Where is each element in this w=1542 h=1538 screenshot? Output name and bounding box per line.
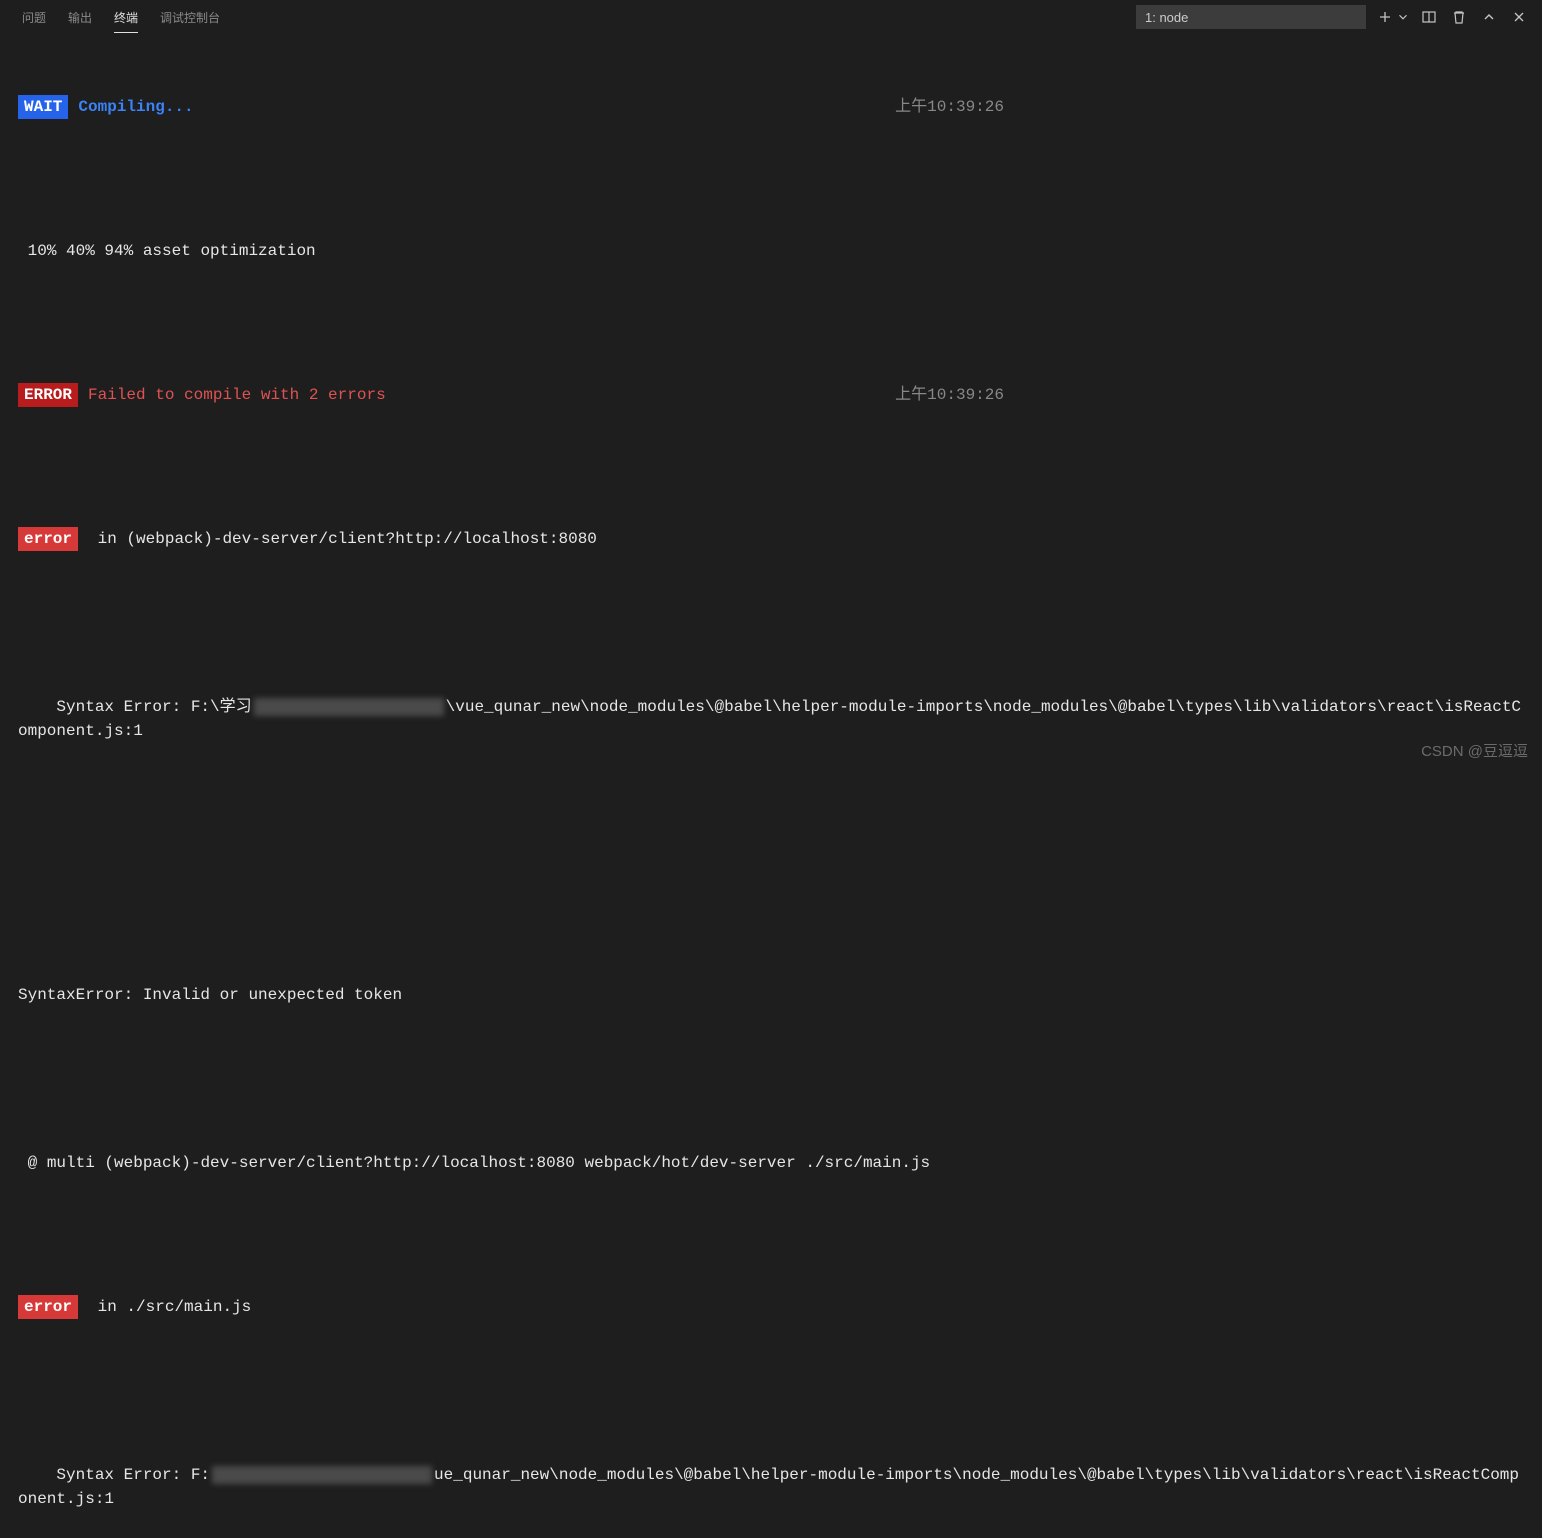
compiling-text: Compiling... [78, 95, 193, 119]
tab-debug-console[interactable]: 调试控制台 [160, 1, 220, 33]
close-panel-button[interactable] [1508, 6, 1530, 28]
error-2-location: in ./src/main.js [88, 1295, 251, 1319]
syntax-error-2: Syntax Error: F:ue_qunar_new\node_module… [18, 1439, 1524, 1535]
syntax-1-prefix: Syntax Error: F:\学习 [56, 698, 251, 716]
redacted-path-1 [254, 698, 444, 716]
panel-tabs: 问题 输出 终端 调试控制台 [12, 1, 220, 33]
panel-actions: 1: node [1136, 5, 1530, 29]
terminal-selector-label: 1: node [1145, 10, 1188, 25]
panel-header: 问题 输出 终端 调试控制台 1: node [0, 0, 1542, 35]
new-terminal-button[interactable] [1374, 6, 1396, 28]
tab-terminal[interactable]: 终端 [114, 1, 138, 33]
error-summary-badge: ERROR [18, 383, 78, 407]
syntax-2-prefix: Syntax Error: F: [56, 1466, 210, 1484]
tab-problems[interactable]: 问题 [22, 1, 46, 33]
line-error-2: error in ./src/main.js [18, 1295, 1524, 1319]
syntax-error-1: Syntax Error: F:\学习\vue_qunar_new\node_m… [18, 671, 1524, 767]
maximize-panel-button[interactable] [1478, 6, 1500, 28]
error-badge-2: error [18, 1295, 78, 1319]
progress-line: 10% 40% 94% asset optimization [18, 239, 1524, 263]
tab-output[interactable]: 输出 [68, 1, 92, 33]
line-wait: WAIT Compiling... 上午10:39:26 [18, 95, 1524, 119]
multi-entry-1: @ multi (webpack)-dev-server/client?http… [18, 1151, 1524, 1175]
invalid-token-1: SyntaxError: Invalid or unexpected token [18, 983, 1524, 1007]
error-badge-1: error [18, 527, 78, 551]
line-error-summary: ERROR Failed to compile with 2 errors 上午… [18, 383, 1524, 407]
timestamp-1: 上午10:39:26 [895, 95, 1524, 119]
terminal-output[interactable]: WAIT Compiling... 上午10:39:26 10% 40% 94%… [0, 35, 1542, 1538]
terminal-selector-dropdown[interactable]: 1: node [1136, 5, 1366, 29]
kill-terminal-button[interactable] [1448, 6, 1470, 28]
error-summary-text: Failed to compile with 2 errors [88, 383, 386, 407]
watermark: CSDN @豆逗逗 [1421, 740, 1528, 761]
new-terminal-dropdown-button[interactable] [1396, 6, 1410, 28]
wait-badge: WAIT [18, 95, 68, 119]
redacted-path-2 [212, 1466, 432, 1484]
line-error-1: error in (webpack)-dev-server/client?htt… [18, 527, 1524, 551]
error-1-location: in (webpack)-dev-server/client?http://lo… [88, 527, 597, 551]
timestamp-2: 上午10:39:26 [895, 383, 1524, 407]
split-terminal-button[interactable] [1418, 6, 1440, 28]
